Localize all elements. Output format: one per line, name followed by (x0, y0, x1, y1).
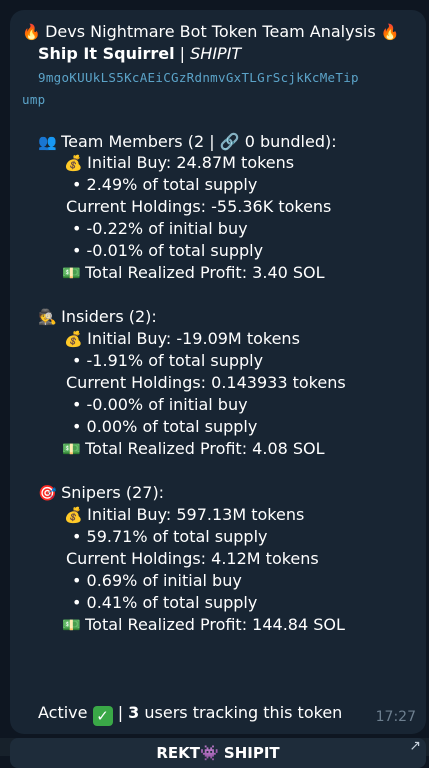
insiders-initial-pct: • -1.91% of total supply (72, 351, 264, 370)
open-link-icon[interactable]: ↗ (409, 738, 421, 754)
team-holdings-pct-supply: • -0.01% of total supply (72, 241, 264, 260)
team-heading-row: 👥 Team Members (2 | 🔗 0 bundled): (38, 132, 337, 152)
snipers-initial-buy-row: 💰 Initial Buy: 597.13M tokens (64, 505, 304, 525)
money-icon: 💵 (62, 264, 81, 282)
check-icon: ✓ (92, 706, 113, 726)
status-row: Active ✓ | 3 users tracking this token (38, 703, 342, 726)
insiders-heading: Insiders (2): (61, 307, 157, 326)
snipers-heading: Snipers (27): (61, 483, 165, 502)
team-holdings: Current Holdings: -55.36K tokens (66, 197, 332, 216)
snipers-holdings-pct-supply: • 0.41% of total supply (72, 593, 258, 612)
snipers-profit-row: 💵 Total Realized Profit: 144.84 SOL (62, 615, 345, 635)
insiders-initial-buy-row: 💰 Initial Buy: -19.09M tokens (64, 329, 300, 349)
team-holdings-pct-initial: • -0.22% of initial buy (72, 219, 248, 238)
money-bag-icon: 💰 (64, 506, 83, 524)
message-title-row: 🔥 Devs Nightmare Bot Token Team Analysis… (22, 22, 400, 42)
users-count: 3 (128, 703, 140, 722)
token-name: Ship It Squirrel (38, 44, 175, 63)
status-text: Active (38, 703, 88, 722)
team-heading: Team Members (2 | 🔗 0 bundled): (61, 132, 337, 151)
fire-icon: 🔥 (22, 23, 41, 41)
token-separator: | (179, 44, 186, 63)
money-icon: 💵 (62, 616, 81, 634)
team-icon: 👥 (38, 133, 57, 151)
team-profit: Total Realized Profit: 3.40 SOL (85, 263, 325, 282)
insiders-heading-row: 🕵 Insiders (2): (38, 307, 157, 327)
insiders-holdings: Current Holdings: 0.143933 tokens (66, 373, 346, 392)
inline-keyboard: REKT👾 SHIPIT (0, 738, 429, 768)
rekt-button[interactable]: REKT👾 SHIPIT (10, 738, 426, 768)
token-address-line1[interactable]: 9mgoKUUkLS5KcAEiCGzRdnmvGxTLGrScjkKcMeTi… (38, 68, 359, 88)
insiders-holdings-pct-initial: • -0.00% of initial buy (72, 395, 248, 414)
status-separator: | (117, 703, 124, 722)
users-text: users tracking this token (144, 703, 343, 722)
snipers-profit: Total Realized Profit: 144.84 SOL (85, 615, 345, 634)
detective-icon: 🕵 (38, 308, 57, 326)
insiders-initial-buy: Initial Buy: -19.09M tokens (87, 329, 300, 348)
snipers-initial-buy: Initial Buy: 597.13M tokens (87, 505, 305, 524)
snipers-holdings-pct-initial: • 0.69% of initial buy (72, 571, 242, 590)
token-symbol: SHIPIT (190, 44, 242, 63)
insiders-holdings-pct-supply: • 0.00% of total supply (72, 417, 258, 436)
snipers-initial-pct: • 59.71% of total supply (72, 527, 268, 546)
money-bag-icon: 💰 (64, 330, 83, 348)
message-bubble: 🔥 Devs Nightmare Bot Token Team Analysis… (10, 10, 426, 734)
team-initial-buy-row: 💰 Initial Buy: 24.87M tokens (64, 153, 294, 173)
message-title: Devs Nightmare Bot Token Team Analysis (45, 22, 376, 41)
team-profit-row: 💵 Total Realized Profit: 3.40 SOL (62, 263, 325, 283)
insiders-profit-row: 💵 Total Realized Profit: 4.08 SOL (62, 439, 325, 459)
team-initial-buy: Initial Buy: 24.87M tokens (87, 153, 295, 172)
token-name-row: Ship It Squirrel | SHIPIT (38, 44, 241, 64)
message-time: 17:27 (375, 709, 416, 725)
fire-icon: 🔥 (380, 23, 400, 41)
snipers-heading-row: 🎯 Snipers (27): (38, 483, 164, 503)
snipers-holdings: Current Holdings: 4.12M tokens (66, 549, 319, 568)
money-icon: 💵 (62, 440, 81, 458)
token-address-line2[interactable]: ump (22, 90, 45, 110)
insiders-profit: Total Realized Profit: 4.08 SOL (85, 439, 325, 458)
money-bag-icon: 💰 (64, 154, 83, 172)
target-icon: 🎯 (38, 484, 57, 502)
team-initial-pct: • 2.49% of total supply (72, 175, 258, 194)
